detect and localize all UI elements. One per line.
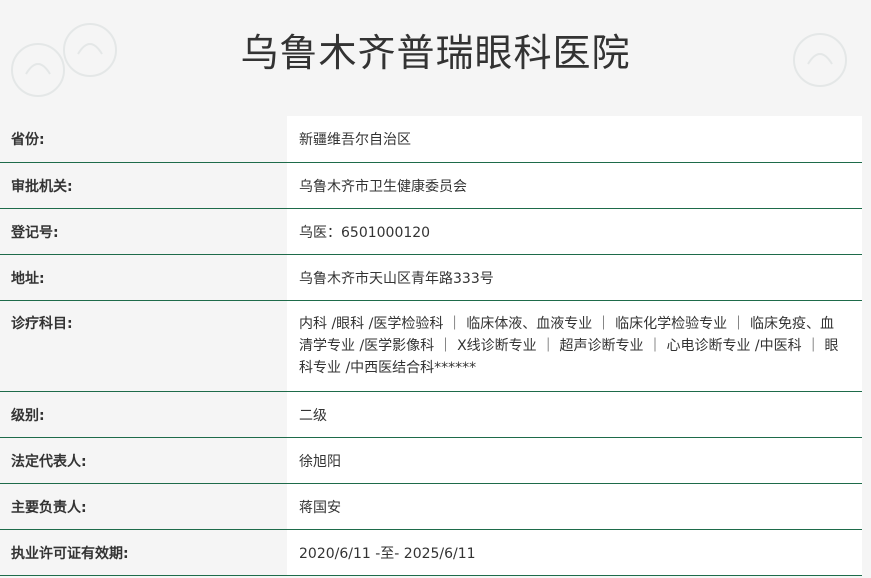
page-title: 乌鲁木齐普瑞眼科医院	[240, 30, 631, 75]
table-row-departments: 诊疗科目: 内科 /眼科 /医学检验科 ｜ 临床体液、血液专业 ｜ 临床化学检验…	[0, 300, 862, 392]
row-label: 执业许可证有效期:	[0, 529, 287, 576]
table-row-legal-representative: 法定代表人: 徐旭阳	[0, 437, 862, 484]
row-label: 地址:	[0, 254, 287, 301]
row-value: 二级	[287, 391, 862, 438]
row-label: 主要负责人:	[0, 483, 287, 530]
row-value: 乌医：6501000120	[287, 208, 862, 255]
table-row-license-validity: 执业许可证有效期: 2020/6/11 -至- 2025/6/11	[0, 529, 862, 576]
table-row-registration-number: 登记号: 乌医：6501000120	[0, 208, 862, 255]
row-label: 诊疗科目:	[0, 300, 287, 392]
table-row-level: 级别: 二级	[0, 391, 862, 438]
table-row-address: 地址: 乌鲁木齐市天山区青年路333号	[0, 254, 862, 301]
row-value: 乌鲁木齐市天山区青年路333号	[287, 254, 862, 301]
row-value: 2020/6/11 -至- 2025/6/11	[287, 529, 862, 576]
row-label: 级别:	[0, 391, 287, 438]
hospital-info-table: 省份: 新疆维吾尔自治区 审批机关: 乌鲁木齐市卫生健康委员会 登记号: 乌医：…	[0, 116, 862, 576]
row-label: 省份:	[0, 116, 287, 163]
table-row-approval-authority: 审批机关: 乌鲁木齐市卫生健康委员会	[0, 162, 862, 209]
row-value: 蒋国安	[287, 483, 862, 530]
row-label: 审批机关:	[0, 162, 287, 209]
row-value: 内科 /眼科 /医学检验科 ｜ 临床体液、血液专业 ｜ 临床化学检验专业 ｜ 临…	[287, 300, 862, 392]
table-row-province: 省份: 新疆维吾尔自治区	[0, 116, 862, 163]
row-value: 乌鲁木齐市卫生健康委员会	[287, 162, 862, 209]
row-label: 法定代表人:	[0, 437, 287, 484]
row-label: 登记号:	[0, 208, 287, 255]
row-value: 徐旭阳	[287, 437, 862, 484]
row-value: 新疆维吾尔自治区	[287, 116, 862, 163]
table-row-principal: 主要负责人: 蒋国安	[0, 483, 862, 530]
